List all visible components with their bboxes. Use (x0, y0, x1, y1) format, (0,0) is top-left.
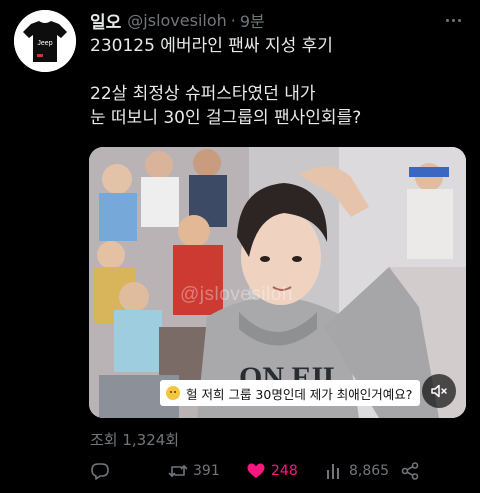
retweet-button[interactable]: 391 (168, 458, 220, 484)
view-count[interactable]: 조회 1,324회 (90, 429, 179, 450)
video-watermark: @jslovesiloh (180, 284, 293, 305)
analytics-button[interactable]: 8,865 (324, 458, 389, 484)
avatar-tshirt-icon: Jeep (14, 10, 76, 72)
display-name[interactable]: 일오 (90, 8, 121, 33)
retweet-count: 391 (193, 463, 220, 479)
caption-text: 헐 저희 그룹 30명인데 제가 최애인거예요? (186, 386, 413, 402)
reply-icon (91, 463, 109, 480)
video-player[interactable]: ON EIL @jslovesiloh 헐 저희 그룹 30명인데 제가 최애인… (89, 147, 466, 418)
retweet-icon (168, 465, 188, 477)
tweet[interactable]: Jeep 일오 @jslovesiloh · 9분 230125 에버라인 팬싸… (0, 0, 480, 493)
tweet-line: 22살 최정상 슈퍼스타였던 내가 (90, 84, 316, 104)
user-handle[interactable]: @jslovesiloh (127, 11, 226, 30)
avatar-shirt-text: Jeep (37, 40, 52, 47)
like-button[interactable]: 248 (246, 458, 298, 484)
more-dots-icon (445, 18, 449, 22)
tweet-line: 230125 에버라인 팬싸 지성 후기 (90, 36, 333, 56)
more-options-button[interactable] (442, 10, 464, 30)
like-count: 248 (271, 463, 298, 479)
timestamp[interactable]: 9분 (240, 8, 265, 32)
share-icon (401, 462, 419, 480)
volume-mute-icon (431, 384, 447, 398)
bar-chart-icon (327, 464, 339, 479)
tweet-line: 눈 떠보니 30인 걸그룹의 팬사인회를? (90, 108, 362, 128)
video-frame: ON EIL (89, 147, 466, 418)
reply-button[interactable] (90, 458, 110, 484)
tweet-actions: 391 248 8,865 (90, 458, 470, 484)
share-button[interactable] (400, 458, 420, 484)
avatar[interactable]: Jeep (14, 10, 76, 72)
tweet-text: 230125 에버라인 팬싸 지성 후기 22살 최정상 슈퍼스타였던 내가 눈… (90, 34, 462, 130)
separator-dot: · (230, 10, 236, 30)
mute-button[interactable] (422, 374, 456, 408)
more-dot (457, 18, 461, 22)
heart-filled-icon (247, 463, 265, 478)
tweet-header: 일오 @jslovesiloh · 9분 (90, 8, 265, 33)
smile-emoji-icon (166, 386, 180, 400)
video-caption: 헐 저희 그룹 30명인데 제가 최애인거예요? (160, 380, 421, 406)
more-dot (451, 18, 455, 22)
analytics-count: 8,865 (349, 463, 390, 479)
